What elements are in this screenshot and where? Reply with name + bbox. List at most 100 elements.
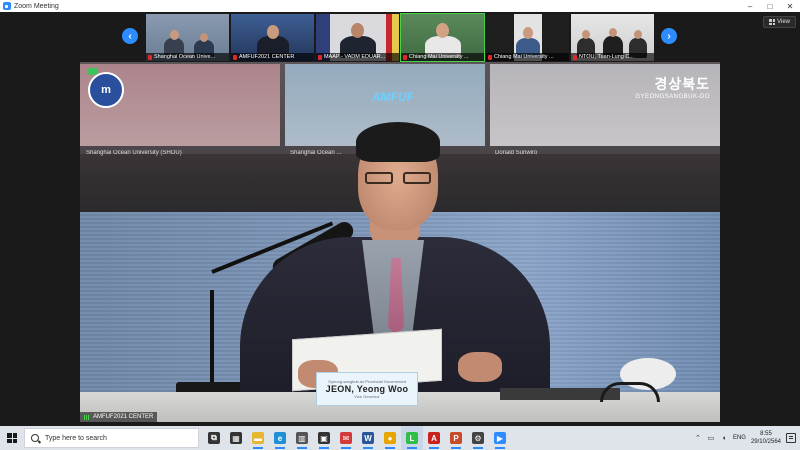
clock-date: 29/10/2564 xyxy=(750,439,781,445)
taskbar-app-powerpoint[interactable]: P xyxy=(445,426,467,450)
participant-name: NTOU, Tuan-Lung C... xyxy=(579,54,634,60)
chrome-icon: ● xyxy=(384,432,396,444)
windows-taskbar: Type here to search ⧉ ▦ ▬ e ▥ ▣ ✉ W ● L A P ⚙ ▶ ⌃ ▭ ◖… xyxy=(0,426,800,450)
mic-muted-icon xyxy=(148,54,152,60)
system-tray: ⌃ ▭ ◖ ENG 8:55 29/10/2564 xyxy=(694,430,800,446)
powerpoint-icon: P xyxy=(450,432,462,444)
taskbar-app-zoom-app[interactable]: ▶ xyxy=(489,426,511,450)
taskbar-app-line[interactable]: L xyxy=(401,426,423,450)
minimize-button[interactable]: – xyxy=(740,0,760,12)
participant-name: Shanghai Ocean Unive... xyxy=(154,54,216,60)
taskbar-app-word[interactable]: W xyxy=(357,426,379,450)
title-bar: Zoom Meeting – □ ✕ xyxy=(0,0,800,12)
notification-icon[interactable] xyxy=(786,433,796,443)
mic-muted-icon xyxy=(318,54,322,60)
taskbar-app-acrobat[interactable]: A xyxy=(423,426,445,450)
amfuf-emblem-logo: m xyxy=(88,72,124,108)
filmstrip-prev-button[interactable]: ‹ xyxy=(122,28,138,44)
window-controls: – □ ✕ xyxy=(740,0,800,12)
zoom-logo-icon xyxy=(3,2,11,10)
calendar-icon: ▥ xyxy=(296,432,308,444)
participant-name-bar: Chiang Mai University ... xyxy=(486,53,569,61)
filmstrip-next-button[interactable]: › xyxy=(661,28,677,44)
mic-muted-icon xyxy=(233,54,237,60)
active-speaker-label: AMFUF2021 CENTER xyxy=(80,412,158,422)
taskbar-app-calendar[interactable]: ▥ xyxy=(291,426,313,450)
taskbar-app-widgets[interactable]: ▦ xyxy=(225,426,247,450)
participant-thumbnail[interactable]: NTOU, Tuan-Lung C... xyxy=(571,14,654,61)
view-button[interactable]: View xyxy=(763,16,796,28)
taskbar-app-edge[interactable]: e xyxy=(269,426,291,450)
audio-level-icon xyxy=(84,414,90,420)
participant-thumbnail[interactable]: Chiang Mai University ... xyxy=(486,14,569,61)
gyeongsangbuk-do-logo: 경상북도 GYEONGSANGBUK-DO xyxy=(635,74,710,100)
close-button[interactable]: ✕ xyxy=(780,0,800,12)
store-icon: ▣ xyxy=(318,432,330,444)
clock-time: 8:55 xyxy=(760,431,772,437)
taskbar-app-task-view[interactable]: ⧉ xyxy=(203,426,225,450)
speaker-nameplate: Gyeong-sangbuk-do Provincial Government … xyxy=(316,372,418,406)
mic-muted-icon xyxy=(488,54,492,60)
zoom-window: Zoom Meeting – □ ✕ ‹ Shanghai Ocean Univ… xyxy=(0,0,800,450)
active-speaker-name: AMFUF2021 CENTER xyxy=(93,414,154,420)
volume-icon[interactable]: ◖ xyxy=(720,434,728,442)
search-icon xyxy=(31,434,39,442)
maximize-button[interactable]: □ xyxy=(760,0,780,12)
edge-icon: e xyxy=(274,432,286,444)
word-icon: W xyxy=(362,432,374,444)
windows-logo-icon xyxy=(7,433,17,443)
network-icon[interactable]: ▭ xyxy=(707,434,715,442)
taskbar-app-store[interactable]: ▣ xyxy=(313,426,335,450)
widgets-icon: ▦ xyxy=(230,432,242,444)
speaker-right-hand xyxy=(458,352,502,382)
mic-muted-icon xyxy=(403,54,407,60)
participant-name: Chiang Mai University ... xyxy=(494,54,554,60)
participant-thumbnail[interactable]: Shanghai Ocean Unive... xyxy=(146,14,229,61)
participant-name-bar: AMFUF2021 CENTER xyxy=(231,53,314,61)
nameplate-name: JEON, Yeong Woo xyxy=(325,384,409,394)
mic-muted-icon xyxy=(573,54,577,60)
nameplate-title: Vice Governor xyxy=(354,394,380,399)
search-placeholder: Type here to search xyxy=(45,434,107,442)
participant-name: AMFUF2021 CENTER xyxy=(239,54,295,60)
wall-participant-label: Donald Suriwiro xyxy=(495,150,538,156)
wall-amfuf-logo: AMFUF xyxy=(372,90,414,104)
file-explorer-icon: ▬ xyxy=(252,432,264,444)
participant-thumbnail[interactable]: Chiang Mai University ... xyxy=(400,13,485,62)
line-icon: L xyxy=(406,432,418,444)
sponsor-english-text: GYEONGSANGBUK-DO xyxy=(635,94,710,100)
participant-name-bar: NTOU, Tuan-Lung C... xyxy=(571,53,654,61)
wall-participant-label: Shanghai Ocean University (SHOU) xyxy=(86,150,182,156)
participant-name-bar: Chiang Mai University ... xyxy=(401,53,484,61)
start-button[interactable] xyxy=(0,426,24,450)
participant-name-bar: MAAP - VADM EDUAR... xyxy=(316,53,399,61)
language-indicator[interactable]: ENG xyxy=(733,435,746,441)
view-button-label: View xyxy=(777,19,790,25)
participant-filmstrip: Shanghai Ocean Unive... AMFUF2021 CENTER xyxy=(146,13,654,62)
participant-name: MAAP - VADM EDUAR... xyxy=(324,54,386,60)
active-speaker-video[interactable]: m AMFUF Shanghai Ocean University (SHOU)… xyxy=(80,62,720,422)
mail-icon: ✉ xyxy=(340,432,352,444)
grid-view-icon xyxy=(769,19,776,25)
taskbar-app-settings[interactable]: ⚙ xyxy=(467,426,489,450)
speaker-glasses xyxy=(363,172,435,186)
zoom-app-icon: ▶ xyxy=(494,432,506,444)
participant-name: Chiang Mai University ... xyxy=(409,54,469,60)
acrobat-icon: A xyxy=(428,432,440,444)
taskbar-apps: ⧉ ▦ ▬ e ▥ ▣ ✉ W ● L A P ⚙ ▶ xyxy=(203,426,511,450)
chevron-up-icon[interactable]: ⌃ xyxy=(694,434,702,442)
speaker-hair xyxy=(356,122,440,162)
participant-name-bar: Shanghai Ocean Unive... xyxy=(146,53,229,61)
sponsor-korean-text: 경상북도 xyxy=(654,76,710,92)
taskbar-app-chrome[interactable]: ● xyxy=(379,426,401,450)
microphone-stand xyxy=(210,290,214,386)
window-title: Zoom Meeting xyxy=(14,2,59,10)
taskbar-app-file-explorer[interactable]: ▬ xyxy=(247,426,269,450)
taskbar-app-mail[interactable]: ✉ xyxy=(335,426,357,450)
participant-thumbnail[interactable]: AMFUF2021 CENTER xyxy=(231,14,314,61)
participant-thumbnail[interactable]: MAAP - VADM EDUAR... xyxy=(316,14,399,61)
wall-participant-label: Shanghai Ocean ... xyxy=(290,150,342,156)
taskbar-clock[interactable]: 8:55 29/10/2564 xyxy=(751,430,781,446)
taskbar-search-box[interactable]: Type here to search xyxy=(24,428,199,448)
task-view-icon: ⧉ xyxy=(208,432,220,444)
